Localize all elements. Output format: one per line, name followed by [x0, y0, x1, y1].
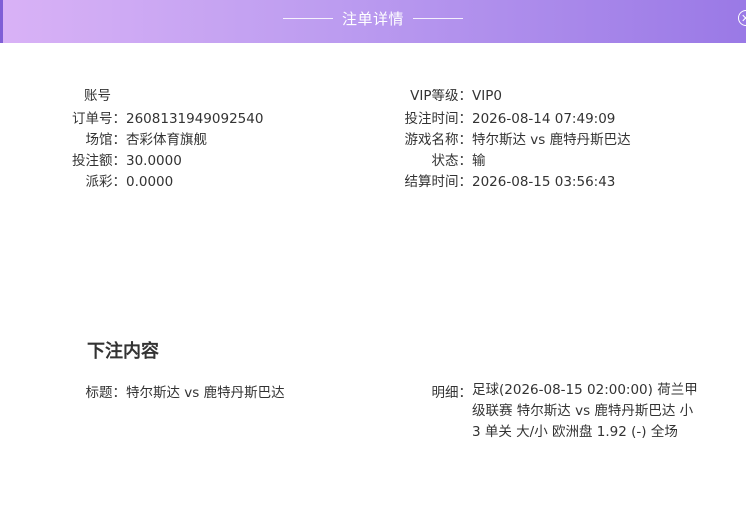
venue-value: 杏彩体育旗舰 — [126, 132, 207, 148]
detail-label: 明细： — [431, 385, 473, 401]
dialog-header: 注单详情 ✕ — [0, 0, 746, 43]
payout-row: 派彩：0.0000 — [40, 170, 174, 190]
dialog-title: 注单详情 — [341, 10, 404, 28]
bet-amount-row: 投注额：30.0000 — [40, 149, 182, 169]
status-row: 状态：输 — [372, 149, 486, 169]
game-name-value: 特尔斯达 vs 鹿特丹斯巴达 — [472, 132, 631, 148]
bet-time-label: 投注时间： — [404, 111, 473, 127]
order-number-value: 2608131949092540 — [126, 111, 264, 127]
subject-label: 标题： — [85, 385, 127, 401]
bet-content-title: 下注内容 — [87, 341, 159, 362]
bet-time-row: 投注时间：2026-08-14 07:49:09 — [372, 107, 616, 127]
status-label: 状态： — [431, 153, 473, 169]
settle-time-label: 结算时间： — [404, 174, 473, 190]
vip-level-row: VIP等级：VIP0 — [372, 89, 502, 101]
subject-value: 特尔斯达 vs 鹿特丹斯巴达 — [126, 385, 285, 401]
venue-label: 场馆： — [85, 132, 127, 148]
subject-row: 标题：特尔斯达 vs 鹿特丹斯巴达 — [40, 381, 285, 401]
vip-level-label: VIP等级： — [410, 89, 472, 101]
payout-value: 0.0000 — [126, 174, 174, 190]
bet-amount-label: 投注额： — [72, 153, 126, 169]
status-value: 输 — [472, 153, 486, 169]
account-label: 账号 — [84, 89, 111, 101]
game-name-row: 游戏名称：特尔斯达 vs 鹿特丹斯巴达 — [372, 128, 631, 148]
settle-time-value: 2026-08-15 03:56:43 — [472, 174, 616, 190]
settle-time-row: 结算时间：2026-08-15 03:56:43 — [372, 170, 616, 190]
order-number-label: 订单号： — [72, 111, 126, 127]
bet-amount-value: 30.0000 — [126, 153, 182, 169]
detail-value: 足球(2026-08-15 02:00:00) 荷兰甲级联赛 特尔斯达 vs 鹿… — [472, 382, 698, 440]
payout-label: 派彩： — [85, 174, 127, 190]
bet-time-value: 2026-08-14 07:49:09 — [472, 111, 616, 127]
vip-level-value: VIP0 — [472, 89, 502, 101]
account-row: 账号 — [84, 89, 111, 101]
order-number-row: 订单号：2608131949092540 — [40, 107, 263, 127]
game-name-label: 游戏名称： — [404, 132, 473, 148]
detail-row: 明细： — [372, 381, 473, 401]
title-divider-left — [282, 18, 333, 19]
title-divider-right — [413, 18, 463, 19]
venue-row: 场馆：杏彩体育旗舰 — [40, 128, 208, 148]
header-title-wrap: 注单详情 — [0, 0, 746, 37]
